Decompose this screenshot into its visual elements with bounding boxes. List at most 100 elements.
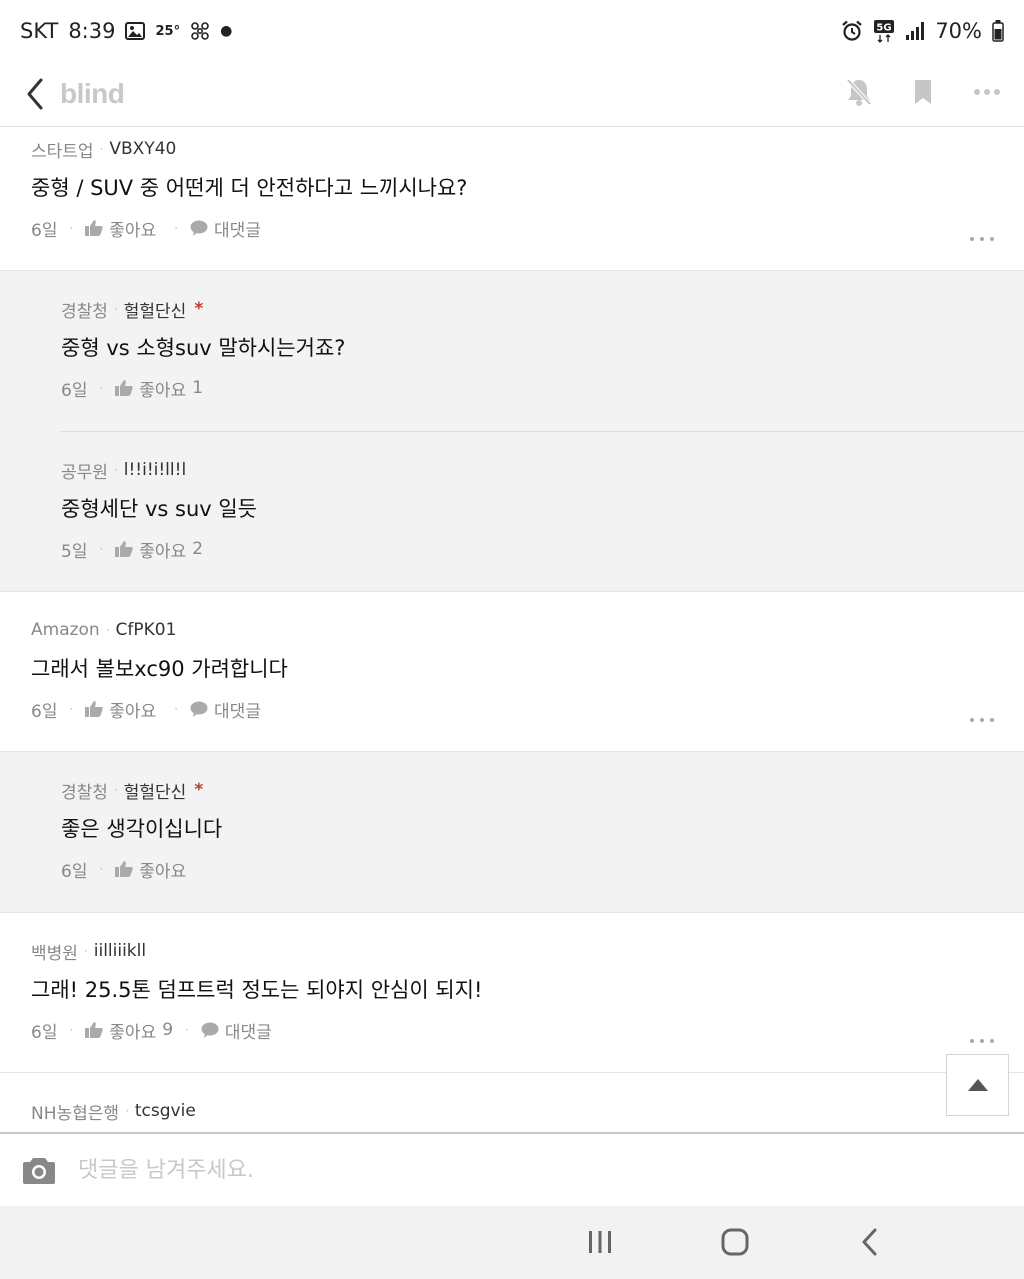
back-button[interactable] bbox=[20, 74, 50, 114]
like-label: 좋아요 bbox=[139, 380, 187, 401]
author-nickname[interactable]: l!!i!i!ll!l bbox=[124, 460, 186, 480]
status-right: 5G 70% bbox=[841, 19, 1004, 43]
comment-time: 6일 bbox=[61, 861, 88, 882]
temperature: 25° bbox=[155, 23, 181, 39]
like-label: 좋아요 bbox=[139, 541, 187, 562]
like-button[interactable]: 좋아요 bbox=[115, 857, 192, 882]
5g-icon: 5G bbox=[873, 19, 895, 43]
company-name: Amazon bbox=[31, 620, 100, 640]
comment-meta: 백병원 · iilliiikll bbox=[31, 939, 994, 964]
company-name: 스타트업 bbox=[31, 141, 94, 162]
like-count: 2 bbox=[192, 539, 204, 559]
carrier-label: SKT bbox=[20, 19, 59, 43]
battery-icon bbox=[992, 20, 1004, 42]
author-nickname[interactable]: iilliiikll bbox=[94, 941, 146, 961]
comment-actions: 6일 · 좋아요 9 · 대댓글 bbox=[31, 1017, 994, 1043]
camera-icon bbox=[23, 1158, 55, 1184]
comment-text: 중형 / SUV 중 어떤게 더 안전하다고 느끼시나요? bbox=[31, 176, 468, 200]
attach-photo-button[interactable] bbox=[20, 1151, 58, 1189]
comment-actions: 6일 · 좋아요 · 대댓글 bbox=[31, 696, 994, 722]
reply-item: 경찰청 · 헐헐단신 * 좋은 생각이십니다 6일 · 좋아요 bbox=[61, 752, 1024, 912]
reply-label: 대댓글 bbox=[214, 701, 261, 722]
app-logo: blind bbox=[60, 78, 125, 109]
notification-dot-icon: ● bbox=[220, 23, 233, 39]
comment-text: 그래서 볼보xc90 가려합니다 bbox=[31, 657, 288, 681]
reply-button[interactable]: 대댓글 bbox=[201, 1018, 272, 1043]
system-back-button[interactable] bbox=[850, 1224, 890, 1260]
comment-text: 좋은 생각이십니다 bbox=[61, 817, 223, 841]
reply-button[interactable]: 대댓글 bbox=[190, 216, 261, 241]
comment-list: 스타트업 · VBXY40 중형 / SUV 중 어떤게 더 안전하다고 느끼시… bbox=[0, 127, 1024, 1132]
comment-time: 6일 bbox=[31, 701, 58, 722]
comment-actions: 6일 · 좋아요 bbox=[61, 856, 1024, 882]
signal-icon bbox=[905, 21, 925, 41]
like-label: 좋아요 bbox=[109, 701, 157, 722]
back-icon bbox=[27, 78, 43, 110]
comment-actions: 6일 · 좋아요 1 bbox=[61, 375, 1024, 401]
thumbs-up-icon bbox=[85, 1022, 103, 1038]
company-name: 공무원 bbox=[61, 462, 108, 483]
notification-toggle-button[interactable] bbox=[842, 72, 876, 112]
reply-group: 경찰청 · 헐헐단신 * 중형 vs 소형suv 말하시는거죠? 6일 · 좋아… bbox=[0, 271, 1024, 592]
comment-time: 5일 bbox=[61, 541, 88, 562]
like-count: 9 bbox=[162, 1020, 174, 1040]
scroll-to-top-button[interactable] bbox=[946, 1054, 1009, 1116]
like-label: 좋아요 bbox=[139, 861, 187, 882]
status-left: SKT 8:39 25° ● bbox=[20, 19, 232, 43]
comment-input[interactable] bbox=[78, 1150, 938, 1190]
author-nickname[interactable]: VBXY40 bbox=[109, 139, 176, 159]
thumbs-up-icon bbox=[115, 380, 133, 396]
reply-item: 경찰청 · 헐헐단신 * 중형 vs 소형suv 말하시는거죠? 6일 · 좋아… bbox=[61, 271, 1024, 431]
bookmark-icon bbox=[915, 80, 931, 104]
clock: 8:39 bbox=[68, 19, 116, 43]
like-button[interactable]: 좋아요 9 bbox=[85, 1018, 173, 1043]
comment-meta: NH농협은행 · tcsgvie bbox=[31, 1099, 994, 1124]
status-bar: SKT 8:39 25° ● 5G 70% bbox=[0, 0, 1024, 62]
thumbs-up-icon bbox=[115, 861, 133, 877]
reply-button[interactable]: 대댓글 bbox=[190, 697, 261, 722]
recent-apps-button[interactable] bbox=[580, 1224, 620, 1260]
like-button[interactable]: 좋아요 bbox=[85, 697, 162, 722]
company-name: 경찰청 bbox=[61, 301, 108, 322]
author-nickname[interactable]: CfPK01 bbox=[116, 620, 177, 640]
author-badge: * bbox=[194, 780, 204, 800]
bell-off-icon bbox=[846, 78, 872, 106]
more-options-button[interactable] bbox=[970, 72, 1004, 112]
author-nickname[interactable]: tcsgvie bbox=[135, 1101, 196, 1121]
bookmark-button[interactable] bbox=[906, 72, 940, 112]
author-nickname[interactable]: 헐헐단신 bbox=[124, 297, 187, 322]
like-button[interactable]: 좋아요 bbox=[85, 216, 162, 241]
triangle-up-icon bbox=[967, 1079, 988, 1091]
speech-bubble-icon bbox=[190, 701, 208, 717]
comment-meta: 경찰청 · 헐헐단신 * bbox=[61, 778, 1024, 803]
like-button[interactable]: 좋아요 1 bbox=[115, 376, 203, 401]
like-button[interactable]: 좋아요 2 bbox=[115, 537, 203, 562]
like-label: 좋아요 bbox=[109, 1022, 157, 1043]
comment-more-button[interactable] bbox=[970, 715, 994, 725]
comment-item: 스타트업 · VBXY40 중형 / SUV 중 어떤게 더 안전하다고 느끼시… bbox=[0, 127, 1024, 271]
company-name: 백병원 bbox=[31, 943, 78, 964]
home-icon bbox=[721, 1228, 749, 1256]
reply-group: 경찰청 · 헐헐단신 * 좋은 생각이십니다 6일 · 좋아요 bbox=[0, 752, 1024, 913]
comment-more-button[interactable] bbox=[970, 1036, 994, 1046]
battery-percent: 70% bbox=[935, 19, 982, 43]
thumbs-up-icon bbox=[115, 541, 133, 557]
speech-bubble-icon bbox=[190, 220, 208, 236]
comment-time: 6일 bbox=[61, 380, 88, 401]
comment-text: 중형세단 vs suv 일듯 bbox=[61, 497, 257, 521]
like-label: 좋아요 bbox=[109, 220, 157, 241]
thumbs-up-icon bbox=[85, 220, 103, 236]
author-nickname[interactable]: 헐헐단신 bbox=[124, 778, 187, 803]
app-header: blind bbox=[0, 62, 1024, 127]
system-nav-bar bbox=[0, 1206, 1024, 1279]
comment-item: 백병원 · iilliiikll 그래! 25.5톤 덤프트럭 정도는 되야지 … bbox=[0, 913, 1024, 1073]
reply-label: 대댓글 bbox=[214, 220, 261, 241]
comment-more-button[interactable] bbox=[970, 234, 994, 244]
company-name: NH농협은행 bbox=[31, 1103, 120, 1124]
speech-bubble-icon bbox=[201, 1022, 219, 1038]
header-actions bbox=[842, 72, 1004, 112]
comment-meta: 경찰청 · 헐헐단신 * bbox=[61, 297, 1024, 322]
comment-input-bar bbox=[0, 1132, 1024, 1206]
home-button[interactable] bbox=[715, 1224, 755, 1260]
comment-item: NH농협은행 · tcsgvie bbox=[0, 1073, 1024, 1132]
